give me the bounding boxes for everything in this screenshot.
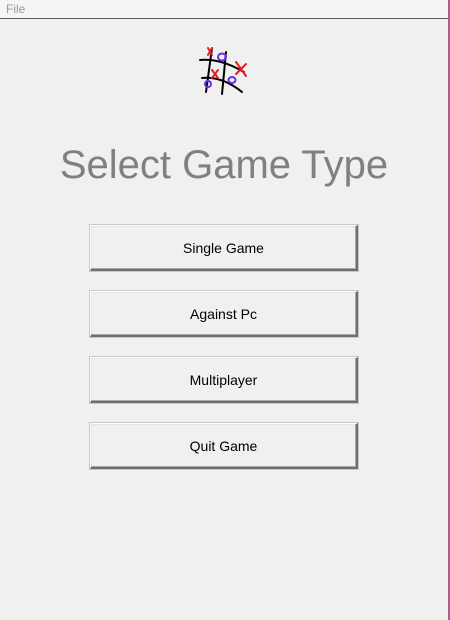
page-title: Select Game Type — [59, 143, 389, 187]
tic-tac-toe-icon — [196, 42, 252, 98]
multiplayer-button[interactable]: Multiplayer — [89, 356, 359, 404]
menu-file[interactable]: File — [6, 2, 25, 16]
quit-game-button[interactable]: Quit Game — [89, 422, 359, 470]
menu-bar: File — [0, 0, 448, 19]
single-game-button[interactable]: Single Game — [89, 224, 359, 272]
against-pc-button[interactable]: Against Pc — [89, 290, 359, 338]
main-window: File Select Game Type Single Game Agains… — [0, 0, 450, 620]
